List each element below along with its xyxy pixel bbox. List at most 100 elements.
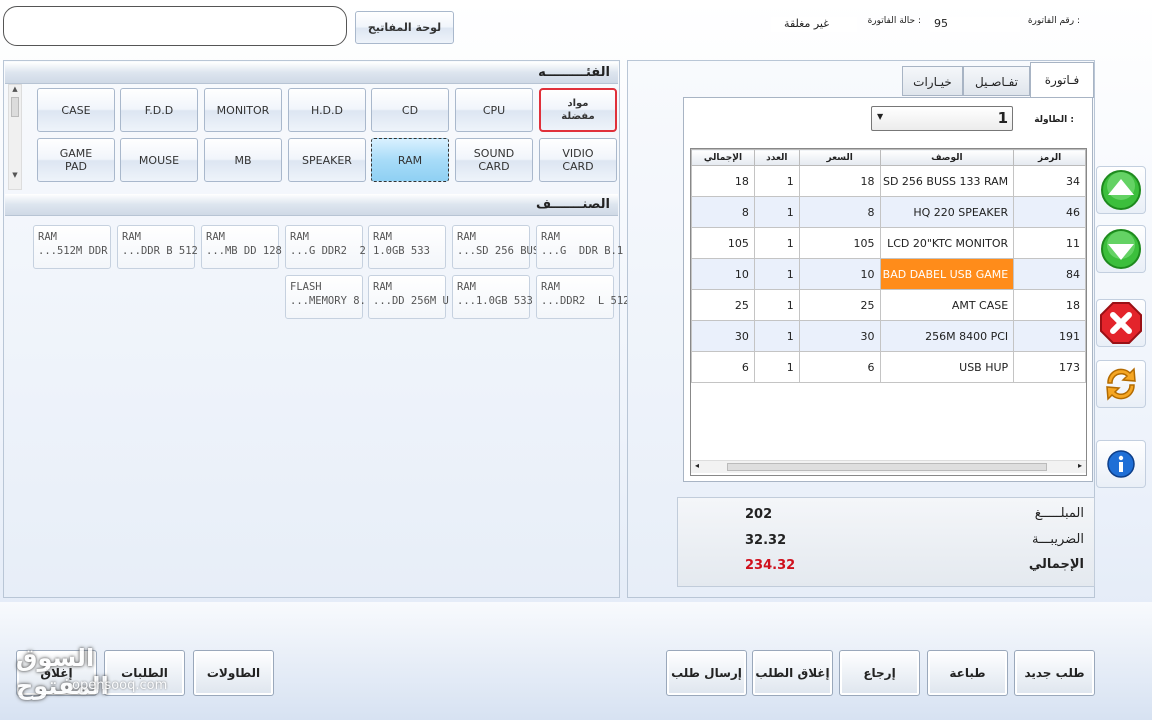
category-button[interactable]: SPEAKER [288,138,366,182]
category-button[interactable]: مواد مفضلة [539,88,617,132]
category-button[interactable]: RAM [371,138,449,182]
table-row[interactable]: 30 1 30 256M 8400 PCI 191 [691,320,1086,352]
search-field[interactable] [3,6,347,46]
tab-invoice[interactable]: فـاتورة [1030,62,1094,98]
grid-cell-price[interactable]: 30 [798,320,881,352]
category-button[interactable]: GAME PAD [37,138,115,182]
grid-column-header[interactable]: العدد [753,149,800,166]
grid-cell-code[interactable]: 34 [1013,165,1086,197]
categories-scrollbar[interactable]: ▲ ▼ [8,84,22,190]
category-button[interactable]: MOUSE [120,138,198,182]
grid-cell-price[interactable]: 6 [798,351,881,383]
grid-cell-code[interactable]: 173 [1013,351,1086,383]
grid-cell-price[interactable]: 8 [798,196,881,228]
category-button[interactable]: VIDIO CARD [539,138,617,182]
table-selector[interactable]: ▼ 1 [871,106,1013,131]
table-row[interactable]: 8 1 8 HQ 220 SPEAKER 46 [691,196,1086,228]
grid-cell-qty[interactable]: 1 [753,289,800,321]
scroll-up-icon[interactable]: ▲ [9,85,21,93]
category-button[interactable]: H.D.D [288,88,366,132]
grid-cell-total[interactable]: 8 [691,196,755,228]
category-button[interactable]: MONITOR [204,88,282,132]
grid-cell-total[interactable]: 10 [691,258,755,290]
move-up-button[interactable] [1096,166,1146,214]
grid-cell-desc[interactable]: 256M 8400 PCI [879,320,1015,352]
grid-cell-price[interactable]: 105 [798,227,881,259]
grid-cell-qty[interactable]: 1 [753,320,800,352]
item-button[interactable]: RAM 1.0GB 533 [368,225,446,269]
item-button[interactable]: RAM ...512M DDR [33,225,111,269]
close-order-button[interactable]: إغلاق الطلب [752,650,833,696]
grid-cell-desc[interactable]: AMT CASE [879,289,1015,321]
new-order-button[interactable]: طلب جديد [1014,650,1095,696]
item-button[interactable]: RAM ...SD 256 BUS [452,225,539,269]
refresh-button[interactable] [1096,360,1146,408]
category-button[interactable]: CD [371,88,449,132]
table-row[interactable]: 18 1 18 SD 256 BUSS 133 RAM 34 [691,165,1086,197]
grid-cell-code[interactable]: 191 [1013,320,1086,352]
category-button[interactable]: CPU [455,88,533,132]
table-row[interactable]: 6 1 6 USB HUP 173 [691,351,1086,383]
item-button[interactable]: RAM ...DDR2 L 512 [536,275,630,319]
order-grid[interactable]: الإجمالي العدد السعر الوصف الرمز 18 1 18 SD 256… [690,148,1087,476]
item-button[interactable]: RAM ...MB DD 128 [201,225,282,269]
category-button[interactable]: MB [204,138,282,182]
scroll-down-icon[interactable]: ▼ [9,171,21,179]
category-button[interactable]: SOUND CARD [455,138,533,182]
table-row[interactable]: 105 1 105 LCD 20"KTC MONITOR 11 [691,227,1086,259]
move-down-button[interactable] [1096,225,1146,273]
grid-cell-desc[interactable]: LCD 20"KTC MONITOR [879,227,1015,259]
grid-cell-qty[interactable]: 1 [753,196,800,228]
grid-cell-total[interactable]: 30 [691,320,755,352]
item-button[interactable]: RAM ...G DDR B.1 [536,225,623,269]
grid-cell-qty[interactable]: 1 [753,258,800,290]
item-button[interactable]: RAM ...1.0GB 533 [452,275,533,319]
scroll-thumb[interactable] [11,97,19,117]
delete-button[interactable] [1096,299,1146,347]
grid-column-header[interactable]: السعر [798,149,881,166]
category-button[interactable]: CASE [37,88,115,132]
grid-cell-code[interactable]: 11 [1013,227,1086,259]
grid-cell-desc[interactable]: HQ 220 SPEAKER [879,196,1015,228]
info-button[interactable] [1096,440,1146,488]
item-button[interactable]: RAM ...G DDR2 2.0 [285,225,379,269]
grid-column-header[interactable]: الإجمالي [691,149,755,166]
grid-cell-price[interactable]: 25 [798,289,881,321]
tab-options[interactable]: خيـارات [902,66,963,96]
keyboard-button[interactable]: لوحة المفاتيح [355,11,454,44]
info-icon [1107,450,1135,478]
scroll-right-icon[interactable]: ▸ [1078,461,1082,470]
grid-cell-desc[interactable]: USB HUP [879,351,1015,383]
item-button[interactable]: RAM ...DD 256M U [368,275,449,319]
watermark: السوق المفتوح opensooq.com [16,644,176,700]
grid-cell-qty[interactable]: 1 [753,227,800,259]
grid-cell-price[interactable]: 10 [798,258,881,290]
tables-button[interactable]: الطاولات [193,650,274,696]
grid-column-header[interactable]: الرمز [1013,149,1086,166]
print-button[interactable]: طباعة [927,650,1008,696]
send-order-button[interactable]: إرسال طلب [666,650,747,696]
grid-cell-desc[interactable]: BAD DABEL USB GAME [879,258,1015,290]
grid-cell-code[interactable]: 84 [1013,258,1086,290]
grid-cell-price[interactable]: 18 [798,165,881,197]
item-button[interactable]: RAM ...DDR B 512 [117,225,198,269]
grid-cell-total[interactable]: 25 [691,289,755,321]
grid-cell-total[interactable]: 6 [691,351,755,383]
return-button[interactable]: إرجاع [839,650,920,696]
tab-details[interactable]: تفـاصـيل [963,66,1030,96]
scroll-left-icon[interactable]: ◂ [695,461,699,470]
table-row[interactable]: 10 1 10 BAD DABEL USB GAME 84 [691,258,1086,290]
grid-cell-qty[interactable]: 1 [753,351,800,383]
item-button[interactable]: FLASH ...MEMORY 8. [285,275,366,319]
grid-cell-qty[interactable]: 1 [753,165,800,197]
scroll-thumb[interactable] [727,463,1047,471]
grid-cell-desc[interactable]: SD 256 BUSS 133 RAM [879,165,1015,197]
grid-cell-code[interactable]: 18 [1013,289,1086,321]
grid-cell-total[interactable]: 18 [691,165,755,197]
grid-cell-total[interactable]: 105 [691,227,755,259]
table-row[interactable]: 25 1 25 AMT CASE 18 [691,289,1086,321]
horizontal-scrollbar[interactable]: ◂ ▸ [691,460,1086,473]
grid-column-header[interactable]: الوصف [879,149,1015,166]
grid-cell-code[interactable]: 46 [1013,196,1086,228]
category-button[interactable]: F.D.D [120,88,198,132]
